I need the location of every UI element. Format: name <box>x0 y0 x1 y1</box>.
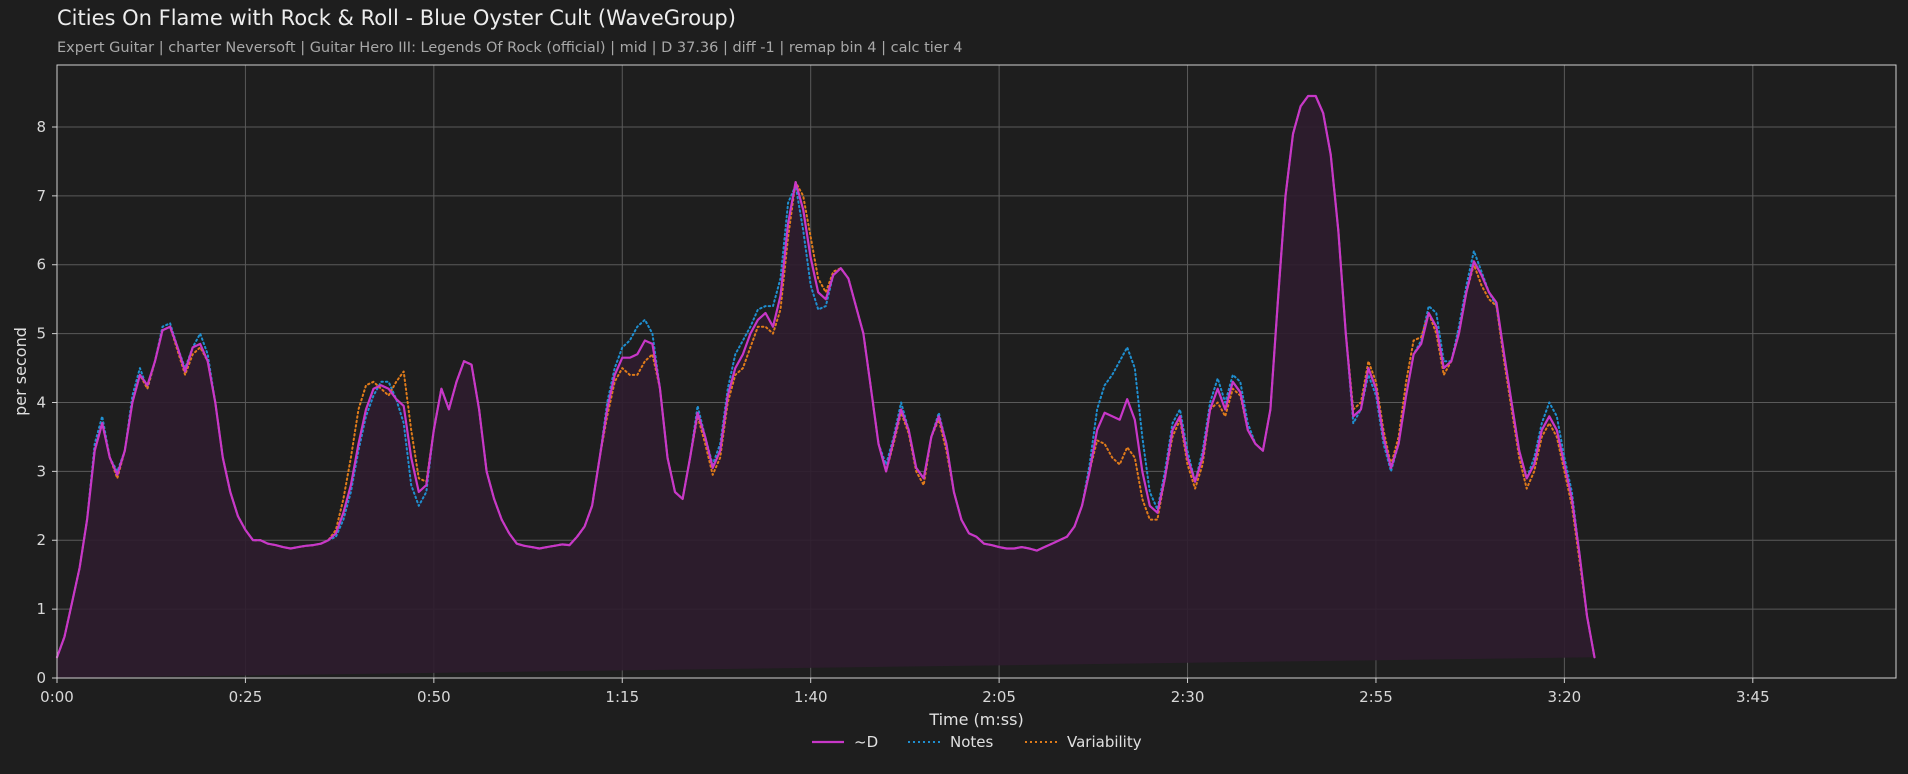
y-tick-label: 2 <box>36 531 46 549</box>
x-tick-label: 2:30 <box>1171 688 1205 706</box>
y-tick-label: 3 <box>36 462 46 480</box>
y-tick-label: 4 <box>36 393 46 411</box>
x-tick-label: 2:55 <box>1359 688 1393 706</box>
x-axis-label: Time (m:ss) <box>928 710 1023 729</box>
legend-label: ~D <box>854 733 878 751</box>
y-axis: 0 1 2 3 4 5 6 7 8 <box>36 118 57 687</box>
legend: ~D Notes Variability <box>812 733 1142 751</box>
y-tick-label: 1 <box>36 600 46 618</box>
legend-label: Notes <box>950 733 994 751</box>
chart-svg: 0:00 0:25 0:50 1:15 1:40 2:05 2:30 2:55 3:20 3:45… <box>11 64 1897 751</box>
x-tick-label: 0:25 <box>229 688 263 706</box>
x-axis: 0:00 0:25 0:50 1:15 1:40 2:05 2:30 2:55 3:20 3:45 <box>40 678 1770 706</box>
y-tick-label: 5 <box>36 325 46 343</box>
x-tick-label: 2:05 <box>982 688 1016 706</box>
y-tick-label: 7 <box>36 187 46 205</box>
y-tick-label: 8 <box>36 118 46 136</box>
x-tick-label: 1:40 <box>794 688 828 706</box>
x-tick-label: 0:00 <box>40 688 74 706</box>
x-tick-label: 3:45 <box>1736 688 1770 706</box>
y-tick-label: 0 <box>36 669 46 687</box>
y-tick-label: 6 <box>36 256 46 274</box>
x-tick-label: 3:20 <box>1548 688 1582 706</box>
x-tick-label: 1:15 <box>605 688 639 706</box>
x-tick-label: 0:50 <box>417 688 451 706</box>
y-axis-label: per second <box>11 327 30 416</box>
legend-label: Variability <box>1067 733 1142 751</box>
